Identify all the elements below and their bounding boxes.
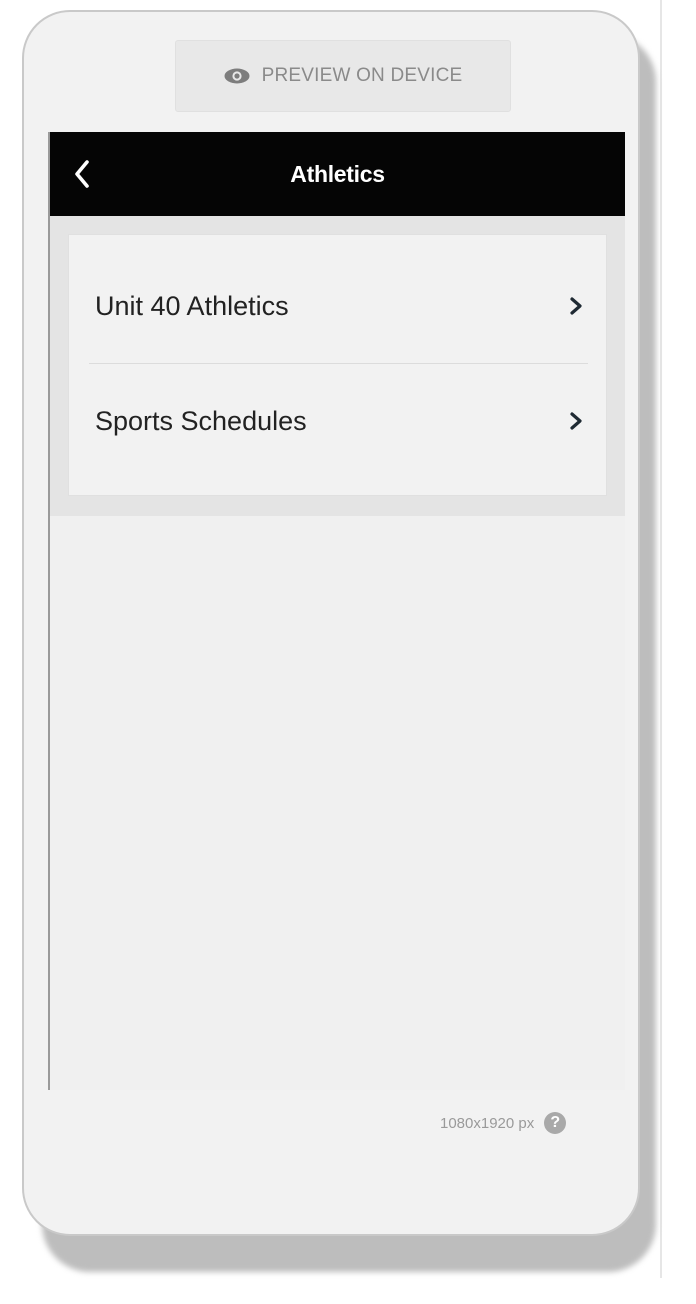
eye-icon (224, 68, 250, 84)
page-title: Athletics (290, 160, 385, 187)
menu-list: Unit 40 Athletics Sports Schedules (68, 234, 607, 496)
help-icon[interactable]: ? (544, 1112, 567, 1134)
list-item-sports-schedules[interactable]: Sports Schedules (89, 364, 588, 478)
preview-page: PREVIEW ON DEVICE Athletics Unit 40 Athl… (0, 0, 696, 1304)
chevron-right-icon (570, 297, 582, 315)
list-item-label: Sports Schedules (95, 405, 307, 436)
back-button[interactable] (62, 152, 102, 196)
panel-divider (660, 0, 662, 1278)
preview-on-device-label: PREVIEW ON DEVICE (261, 65, 463, 86)
device-frame: PREVIEW ON DEVICE Athletics Unit 40 Athl… (22, 10, 640, 1236)
menu-section: Unit 40 Athletics Sports Schedules (50, 216, 625, 516)
chevron-left-icon (75, 160, 89, 188)
device-screen: Athletics Unit 40 Athletics Sports Sched… (48, 132, 625, 1090)
app-header: Athletics (50, 132, 625, 216)
chevron-right-icon (570, 412, 582, 430)
preview-on-device-button[interactable]: PREVIEW ON DEVICE (175, 40, 511, 112)
list-item-label: Unit 40 Athletics (95, 290, 289, 321)
resolution-readout: 1080x1920 px ? (440, 1108, 567, 1138)
resolution-text: 1080x1920 px (440, 1114, 535, 1132)
list-item-unit-40-athletics[interactable]: Unit 40 Athletics (89, 249, 588, 364)
